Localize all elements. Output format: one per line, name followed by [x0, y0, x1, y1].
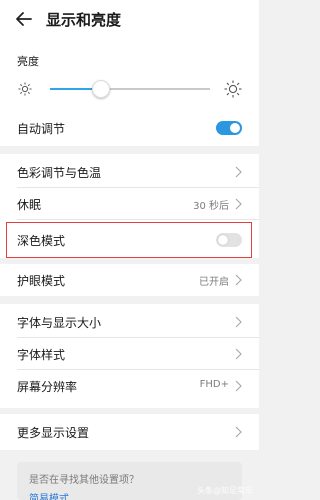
color-temperature-row[interactable]: 色彩调节与色温: [0, 156, 259, 188]
auto-adjust-toggle[interactable]: [216, 121, 242, 135]
chevron-right-icon: [235, 274, 242, 286]
toggle-knob: [230, 123, 240, 133]
more-settings-card: 更多显示设置: [0, 414, 259, 450]
divider: [17, 219, 259, 220]
font-style-label: 字体样式: [17, 348, 66, 362]
sun-small-icon: [18, 82, 32, 96]
resolution-label: 屏幕分辨率: [17, 380, 78, 394]
font-style-row[interactable]: 字体样式: [0, 338, 259, 370]
font-card: 字体与显示大小 字体样式 屏幕分辨率 FHD+: [0, 304, 259, 408]
resolution-row[interactable]: 屏幕分辨率 FHD+: [0, 370, 259, 402]
chevron-right-icon: [235, 380, 242, 392]
sun-large-icon: [224, 80, 242, 98]
color-temperature-label: 色彩调节与色温: [17, 166, 102, 180]
chevron-right-icon: [235, 316, 242, 328]
brightness-label: 亮度: [17, 55, 39, 68]
simple-mode-link[interactable]: 简易模式: [29, 490, 69, 500]
eye-protect-value: 已开启: [199, 277, 229, 288]
sleep-row[interactable]: 休眠 30 秒后: [0, 188, 259, 220]
more-settings-label: 更多显示设置: [17, 426, 90, 440]
app-header: 显示和亮度: [0, 0, 259, 40]
resolution-value: FHD+: [199, 379, 229, 390]
auto-adjust-row[interactable]: 自动调节: [0, 112, 259, 144]
dark-mode-highlight-box: [6, 222, 252, 258]
auto-adjust-label: 自动调节: [17, 122, 66, 136]
suggestion-question: 是否在寻找其他设置项？: [29, 475, 139, 486]
sleep-label: 休眠: [17, 198, 42, 212]
back-arrow-icon[interactable]: [14, 9, 34, 29]
sleep-value: 30 秒后: [193, 201, 229, 212]
chevron-right-icon: [235, 166, 242, 178]
eye-protect-card: 护眼模式 已开启: [0, 264, 259, 296]
chevron-right-icon: [235, 426, 242, 438]
watermark: 头条@知足常乐: [197, 486, 253, 495]
eye-protect-label: 护眼模式: [17, 274, 66, 288]
chevron-right-icon: [235, 198, 242, 210]
eye-protect-row[interactable]: 护眼模式 已开启: [0, 264, 259, 296]
font-size-label: 字体与显示大小: [17, 316, 102, 330]
brightness-slider[interactable]: [50, 80, 210, 98]
more-settings-row[interactable]: 更多显示设置: [0, 416, 259, 448]
chevron-right-icon: [235, 348, 242, 360]
page-title: 显示和亮度: [46, 11, 122, 29]
font-size-row[interactable]: 字体与显示大小: [0, 306, 259, 338]
